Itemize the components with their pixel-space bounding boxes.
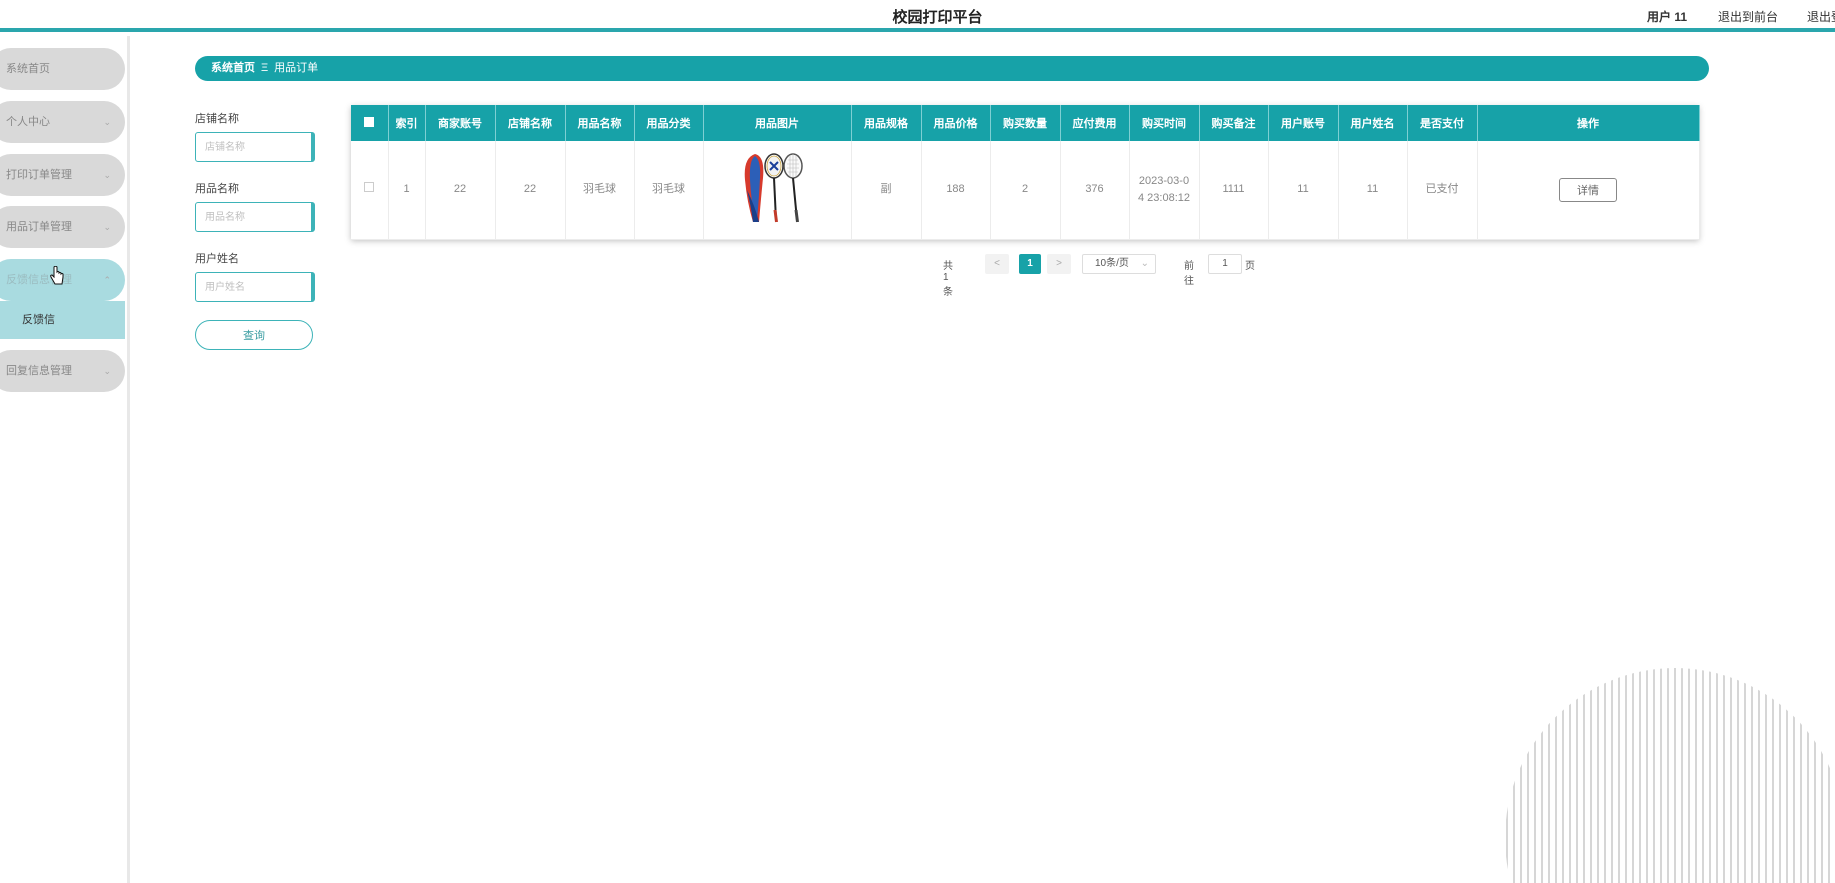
table-header-row: 索引 商家账号 店铺名称 用品名称 用品分类 用品图片 用品规格 用品价格 购买… bbox=[351, 105, 1700, 141]
shop-name-input[interactable] bbox=[195, 132, 315, 162]
current-user-label: 用户 11 bbox=[1647, 10, 1688, 24]
user-name-label: 用户姓名 bbox=[195, 253, 239, 265]
cell-product-name: 羽毛球 bbox=[565, 141, 635, 240]
row-checkbox[interactable] bbox=[364, 182, 375, 193]
sidebar-item-label: 回复信息管理 bbox=[6, 365, 72, 377]
goto-label: 前往 bbox=[1184, 261, 1194, 287]
column-header: 用品价格 bbox=[921, 105, 991, 141]
detail-button[interactable]: 详情 bbox=[1559, 177, 1617, 202]
chevron-down-icon: ⌄ bbox=[103, 170, 111, 180]
app-title: 校园打印平台 bbox=[892, 9, 983, 26]
cell-quantity: 2 bbox=[990, 141, 1061, 240]
cell-user-account: 11 bbox=[1268, 141, 1339, 240]
column-header: 用品图片 bbox=[703, 105, 852, 141]
chevron-up-icon: ⌃ bbox=[103, 275, 111, 285]
sidebar-item-label: 系统首页 bbox=[6, 63, 50, 75]
column-header: 用品名称 bbox=[565, 105, 635, 141]
column-header: 操作 bbox=[1477, 105, 1700, 141]
page-number-button[interactable]: 1 bbox=[1019, 254, 1041, 274]
chevron-down-icon: ⌄ bbox=[103, 222, 111, 232]
decorative-stripes bbox=[1506, 668, 1830, 883]
cell-index: 1 bbox=[388, 141, 426, 240]
shop-name-label: 店铺名称 bbox=[195, 113, 239, 125]
breadcrumb-home[interactable]: 系统首页 bbox=[211, 62, 255, 74]
purchase-time-line1: 2023-03-0 bbox=[1138, 174, 1190, 187]
column-header: 用品分类 bbox=[634, 105, 704, 141]
column-header: 店铺名称 bbox=[495, 105, 566, 141]
query-button[interactable]: 查询 bbox=[195, 320, 313, 350]
total-count: 共 1 条 bbox=[943, 261, 953, 298]
sidebar-item-label: 打印订单管理 bbox=[6, 169, 72, 181]
table-row: 1 22 22 羽毛球 羽毛球 副 188 2 376 2023-03-0 4 … bbox=[351, 141, 1700, 240]
user-name-input[interactable] bbox=[195, 272, 315, 302]
cell-shop-name: 22 bbox=[495, 141, 566, 240]
cell-user-name: 11 bbox=[1338, 141, 1408, 240]
cell-price: 188 bbox=[921, 141, 991, 240]
sidebar-item-label: 个人中心 bbox=[6, 116, 50, 128]
column-header: 用户姓名 bbox=[1338, 105, 1408, 141]
page-unit-label: 页 bbox=[1245, 261, 1255, 272]
cell-remark: 1111 bbox=[1199, 141, 1269, 240]
badminton-rackets-image bbox=[744, 153, 803, 222]
chevron-down-icon: ⌄ bbox=[103, 117, 111, 127]
cell-category: 羽毛球 bbox=[634, 141, 704, 240]
column-header: 应付费用 bbox=[1060, 105, 1130, 141]
cell-product-image bbox=[703, 141, 852, 240]
top-header: 校园打印平台 用户 11 退出到前台 退出登 bbox=[0, 0, 1835, 32]
sidebar-item-home[interactable]: 系统首页 bbox=[0, 48, 125, 90]
select-all-header[interactable] bbox=[351, 105, 389, 141]
cell-total: 376 bbox=[1060, 141, 1130, 240]
chevron-down-icon: ⌄ bbox=[103, 366, 111, 376]
column-header: 用户账号 bbox=[1268, 105, 1339, 141]
column-header: 购买备注 bbox=[1199, 105, 1269, 141]
cell-actions: 详情 bbox=[1477, 141, 1700, 240]
goto-page-input[interactable]: 1 bbox=[1208, 254, 1242, 274]
logout-link[interactable]: 退出登 bbox=[1807, 8, 1835, 25]
page-size-select[interactable]: 10条/页 ⌄ bbox=[1082, 254, 1156, 274]
orders-table: 索引 商家账号 店铺名称 用品名称 用品分类 用品图片 用品规格 用品价格 购买… bbox=[351, 105, 1700, 240]
sidebar-item-label: 用品订单管理 bbox=[6, 221, 72, 233]
product-name-label: 用品名称 bbox=[195, 183, 239, 195]
row-select-cell[interactable] bbox=[351, 141, 389, 240]
search-form: 店铺名称 用品名称 用户姓名 查询 bbox=[195, 110, 320, 350]
sidebar-item-personal-center[interactable]: 个人中心 ⌄ bbox=[0, 101, 125, 143]
cell-purchase-time: 2023-03-0 4 23:08:12 bbox=[1129, 141, 1200, 240]
prev-page-button[interactable]: < bbox=[985, 254, 1009, 274]
column-header: 购买数量 bbox=[990, 105, 1061, 141]
menu-icon: Ξ bbox=[261, 62, 269, 74]
breadcrumb: 系统首页 Ξ 用品订单 bbox=[195, 56, 1709, 81]
purchase-time-line2: 4 23:08:12 bbox=[1138, 191, 1190, 204]
next-page-button[interactable]: > bbox=[1047, 254, 1071, 274]
column-header: 索引 bbox=[388, 105, 426, 141]
column-header: 购买时间 bbox=[1129, 105, 1200, 141]
hand-cursor-icon bbox=[50, 266, 64, 285]
column-header: 用品规格 bbox=[851, 105, 922, 141]
column-header: 商家账号 bbox=[425, 105, 496, 141]
sidebar-item-supply-orders[interactable]: 用品订单管理 ⌄ bbox=[0, 206, 125, 248]
back-to-front-link[interactable]: 退出到前台 bbox=[1718, 8, 1778, 25]
chevron-down-icon: ⌄ bbox=[1140, 258, 1149, 269]
cell-merchant-account: 22 bbox=[425, 141, 496, 240]
sidebar-item-replies[interactable]: 回复信息管理 ⌄ bbox=[0, 350, 125, 392]
select-all-checkbox[interactable] bbox=[364, 116, 375, 127]
page-size-value: 10条/页 bbox=[1095, 258, 1129, 269]
cell-spec: 副 bbox=[851, 141, 922, 240]
product-name-input[interactable] bbox=[195, 202, 315, 232]
breadcrumb-current: 用品订单 bbox=[274, 62, 319, 74]
cell-paid: 已支付 bbox=[1407, 141, 1478, 240]
column-header: 是否支付 bbox=[1407, 105, 1478, 141]
sidebar: 系统首页 个人中心 ⌄ 打印订单管理 ⌄ 用品订单管理 ⌄ 反馈信息管理 ⌃ 反… bbox=[0, 36, 130, 883]
sidebar-subitem-feedback[interactable]: 反馈信 bbox=[0, 301, 125, 339]
sidebar-item-print-orders[interactable]: 打印订单管理 ⌄ bbox=[0, 154, 125, 196]
